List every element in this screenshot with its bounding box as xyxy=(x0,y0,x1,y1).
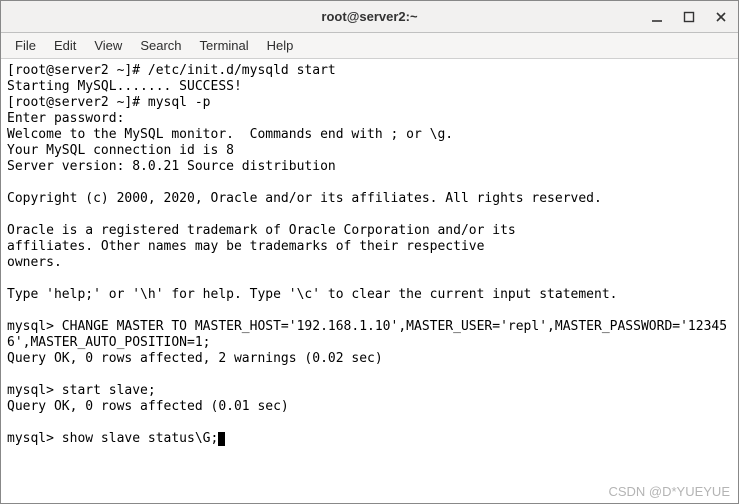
menu-search[interactable]: Search xyxy=(132,35,189,56)
close-button[interactable] xyxy=(710,6,732,28)
maximize-button[interactable] xyxy=(678,6,700,28)
menu-help[interactable]: Help xyxy=(259,35,302,56)
menu-view[interactable]: View xyxy=(86,35,130,56)
window-controls xyxy=(646,1,732,32)
window-title: root@server2:~ xyxy=(321,9,417,24)
terminal-cursor xyxy=(218,432,225,446)
terminal-text: [root@server2 ~]# /etc/init.d/mysqld sta… xyxy=(7,63,727,446)
terminal-output[interactable]: [root@server2 ~]# /etc/init.d/mysqld sta… xyxy=(1,59,738,503)
menubar: File Edit View Search Terminal Help xyxy=(1,33,738,59)
titlebar: root@server2:~ xyxy=(1,1,738,33)
minimize-button[interactable] xyxy=(646,6,668,28)
menu-file[interactable]: File xyxy=(7,35,44,56)
menu-edit[interactable]: Edit xyxy=(46,35,84,56)
menu-terminal[interactable]: Terminal xyxy=(192,35,257,56)
